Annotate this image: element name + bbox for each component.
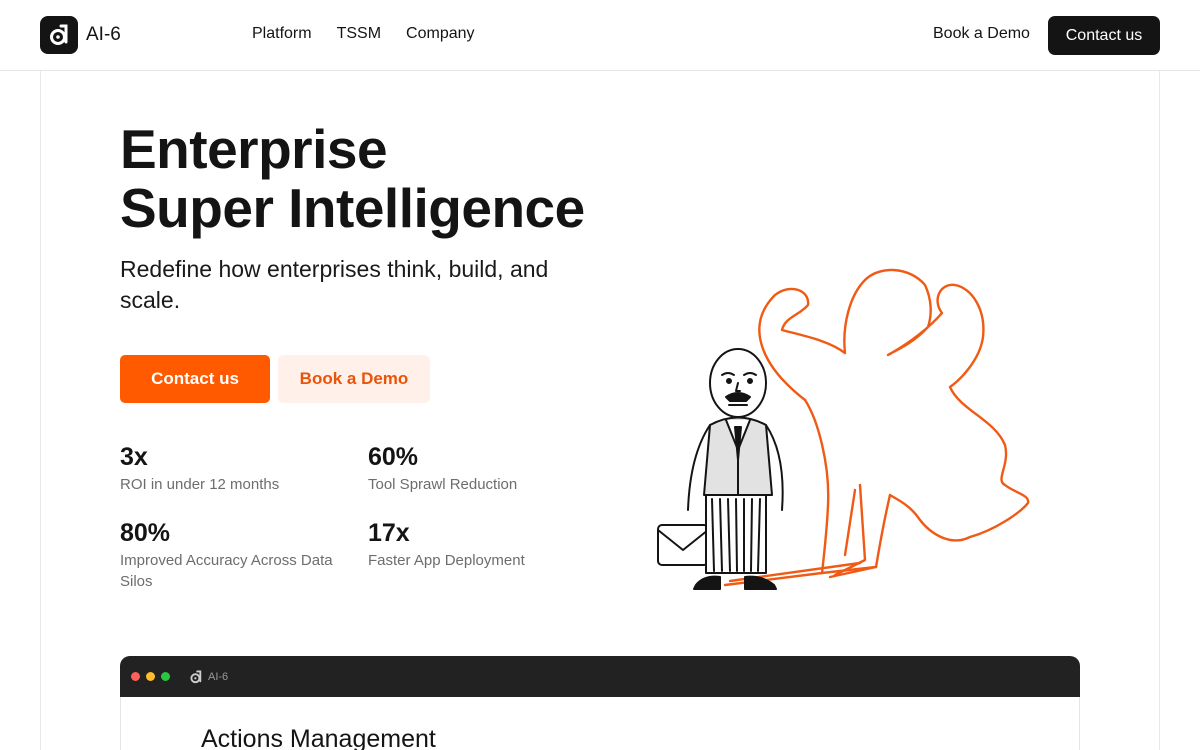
brand-name: AI-6	[86, 24, 121, 45]
main-nav: Platform TSSM Company	[252, 25, 475, 43]
ai6-logo-icon	[40, 16, 78, 54]
header-contact-button[interactable]: Contact us	[1048, 16, 1160, 55]
stat-value: 60%	[368, 443, 419, 471]
stat-label: Improved Accuracy Across Data Silos	[120, 552, 333, 590]
stat-roi: 3x ROI in under 12 months	[120, 442, 355, 495]
app-brand-name: AI-6	[208, 670, 229, 683]
stat-label: ROI in under 12 months	[120, 476, 280, 493]
hero-title-line-1: Enterprise	[120, 118, 388, 180]
app-window-preview: AI-6 Actions Management	[120, 656, 1080, 750]
stat-label: Faster App Deployment	[368, 552, 525, 569]
hero-illustration	[657, 268, 1030, 590]
minimize-window-icon[interactable]	[146, 672, 155, 681]
nav-item-tssm[interactable]: TSSM	[337, 25, 381, 43]
app-body: Actions Management	[120, 697, 1080, 750]
hero-title: Enterprise Super Intelligence	[120, 120, 585, 238]
nav-item-platform[interactable]: Platform	[252, 25, 312, 43]
businessman-illustration	[657, 348, 784, 590]
superhero-shadow-illustration	[723, 268, 1030, 587]
stat-deployment: 17x Faster App Deployment	[368, 518, 603, 571]
brand-logo[interactable]: AI-6	[40, 16, 121, 54]
stat-value: 3x	[120, 443, 148, 471]
ai6-logo-icon	[190, 670, 202, 683]
site-header: AI-6 Platform TSSM Company Book a Demo C…	[0, 0, 1200, 71]
hero-contact-button[interactable]: Contact us	[120, 355, 270, 403]
app-titlebar: AI-6	[120, 656, 1080, 697]
header-book-demo-link[interactable]: Book a Demo	[933, 25, 1030, 43]
nav-item-company[interactable]: Company	[406, 25, 474, 43]
stat-label: Tool Sprawl Reduction	[368, 476, 518, 493]
app-heading: Actions Management	[201, 725, 436, 750]
stat-value: 80%	[120, 519, 171, 547]
stat-value: 17x	[368, 519, 410, 547]
stat-accuracy: 80% Improved Accuracy Across Data Silos	[120, 518, 355, 592]
hero-book-demo-button[interactable]: Book a Demo	[278, 355, 430, 403]
hero-title-line-2: Super Intelligence	[120, 177, 585, 239]
close-window-icon[interactable]	[131, 672, 140, 681]
maximize-window-icon[interactable]	[161, 672, 170, 681]
hero-subtitle: Redefine how enterprises think, build, a…	[120, 256, 549, 313]
app-brand: AI-6	[188, 668, 228, 686]
stat-tool-sprawl: 60% Tool Sprawl Reduction	[368, 442, 603, 495]
